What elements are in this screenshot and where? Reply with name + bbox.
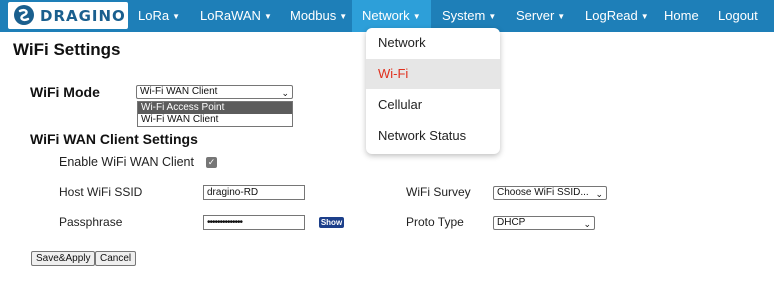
- nav-home[interactable]: Home: [664, 0, 699, 32]
- wifi-survey-label: WiFi Survey: [406, 185, 471, 199]
- cancel-button[interactable]: Cancel: [95, 251, 137, 266]
- caret-down-icon: ▼: [339, 12, 348, 21]
- nav-logread[interactable]: LogRead ▼: [585, 0, 649, 32]
- proto-type-label: Proto Type: [406, 215, 464, 229]
- client-settings-heading: WiFi WAN Client Settings: [30, 131, 198, 147]
- wifi-mode-label: WiFi Mode: [30, 84, 100, 100]
- chevron-down-icon: ⌄: [583, 219, 591, 229]
- menu-item-cellular[interactable]: Cellular: [366, 90, 500, 120]
- save-apply-button[interactable]: Save&Apply: [31, 251, 96, 266]
- enable-wan-client-label: Enable WiFi WAN Client: [59, 155, 194, 169]
- menu-item-network-status[interactable]: Network Status: [366, 121, 500, 151]
- menu-item-network[interactable]: Network: [366, 28, 500, 58]
- chevron-down-icon: ⌄: [281, 88, 289, 98]
- nav-logout[interactable]: Logout: [718, 0, 758, 32]
- caret-down-icon: ▼: [557, 12, 566, 21]
- caret-down-icon: ▼: [640, 12, 649, 21]
- caret-down-icon: ▼: [172, 12, 180, 21]
- nav-lora[interactable]: LoRa ▼: [138, 0, 180, 32]
- nav-modbus[interactable]: Modbus ▼: [290, 0, 347, 32]
- caret-down-icon: ▼: [263, 12, 272, 21]
- nav-lorawan[interactable]: LoRaWAN ▼: [200, 0, 272, 32]
- caret-down-icon: ▼: [412, 12, 421, 21]
- option-access-point[interactable]: Wi-Fi Access Point: [138, 102, 292, 114]
- passphrase-input[interactable]: ••••••••••••••: [203, 215, 305, 230]
- network-dropdown-menu: Network Wi-Fi Cellular Network Status: [366, 28, 500, 154]
- wifi-mode-select[interactable]: Wi-Fi WAN Client ⌄: [136, 85, 293, 99]
- option-wan-client[interactable]: Wi-Fi WAN Client: [138, 114, 292, 126]
- ssid-input[interactable]: dragino-RD: [203, 185, 305, 200]
- proto-type-select[interactable]: DHCP ⌄: [493, 216, 595, 230]
- wifi-mode-options: Wi-Fi Access Point Wi-Fi WAN Client: [137, 101, 293, 127]
- show-password-button[interactable]: Show: [319, 217, 344, 228]
- chevron-down-icon: ⌄: [595, 189, 603, 199]
- brand-name: DRAGINO: [40, 7, 126, 25]
- menu-item-wifi[interactable]: Wi-Fi: [366, 59, 500, 89]
- ssid-label: Host WiFi SSID: [59, 185, 143, 199]
- brand-logo[interactable]: DRAGINO: [8, 2, 128, 29]
- page-title: WiFi Settings: [13, 40, 121, 59]
- dragino-logo-icon: [14, 5, 34, 25]
- wifi-survey-select[interactable]: Choose WiFi SSID... ⌄: [493, 186, 607, 200]
- nav-server[interactable]: Server ▼: [516, 0, 565, 32]
- passphrase-label: Passphrase: [59, 215, 123, 229]
- enable-wan-client-checkbox[interactable]: ✓: [206, 157, 217, 168]
- caret-down-icon: ▼: [488, 12, 497, 21]
